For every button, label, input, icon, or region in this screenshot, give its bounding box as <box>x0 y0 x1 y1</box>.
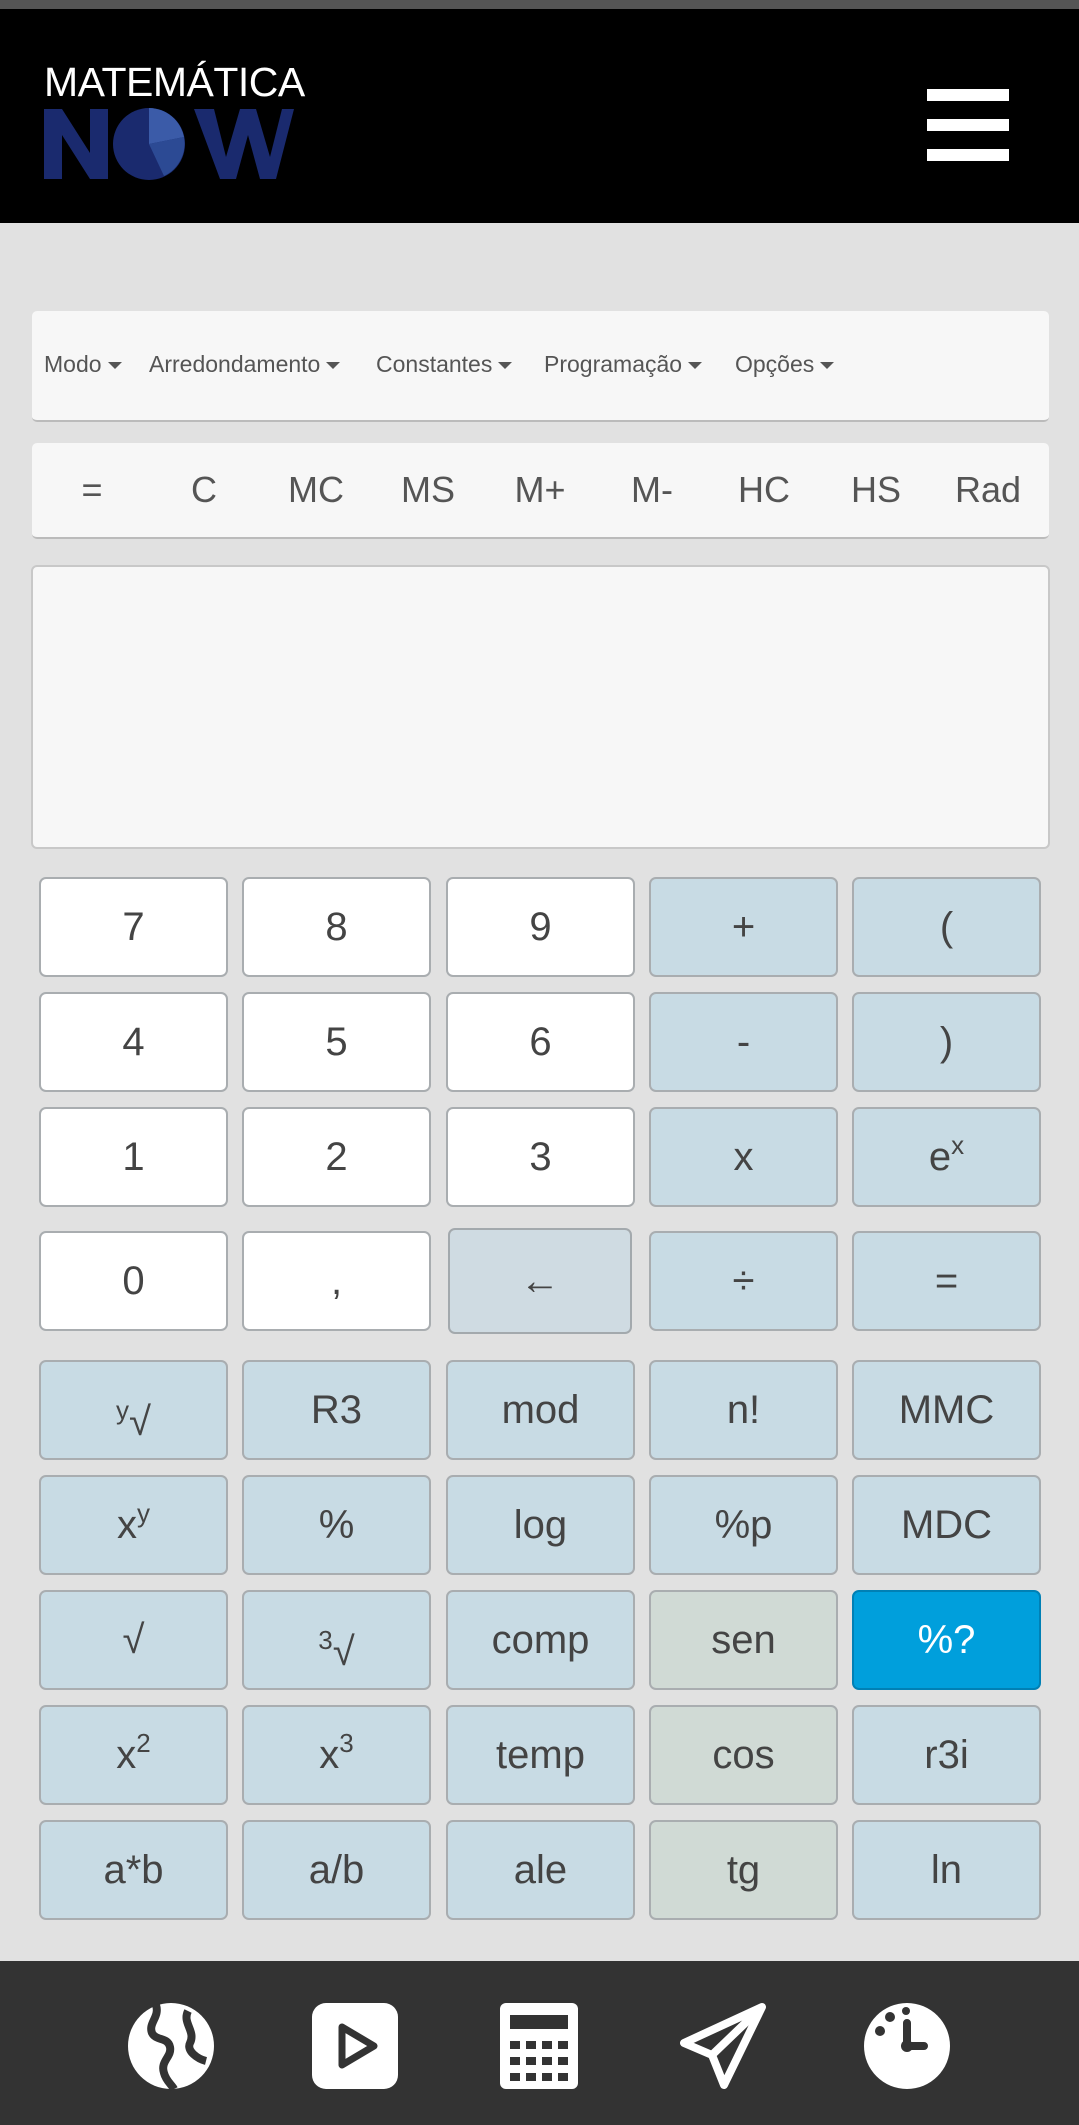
caret-down-icon <box>107 362 122 369</box>
key-divide[interactable]: ÷ <box>649 1231 838 1331</box>
key-power-base: x <box>117 1503 137 1547</box>
logo[interactable]: MATEMÁTICA <box>44 59 305 189</box>
key-3[interactable]: 3 <box>446 1107 635 1207</box>
key-cube[interactable]: x3 <box>242 1705 431 1805</box>
play-icon[interactable] <box>310 2001 400 2091</box>
key-2[interactable]: 2 <box>242 1107 431 1207</box>
key-nth-root[interactable]: y√ <box>39 1360 228 1460</box>
memory-toolbar: = C MC MS M+ M- HC HS Rad <box>32 443 1049 539</box>
logo-title: MATEMÁTICA <box>44 59 305 105</box>
globe-icon[interactable] <box>126 2001 216 2091</box>
status-strip <box>0 0 1079 9</box>
key-open-paren[interactable]: ( <box>852 877 1041 977</box>
toolbar-mplus-button[interactable]: M+ <box>484 443 596 537</box>
key-exp-base: e <box>928 1135 952 1179</box>
logo-now-icon <box>44 108 294 180</box>
key-backspace[interactable]: ← <box>448 1228 632 1334</box>
menu-arredondamento-label: Arredondamento <box>149 351 321 377</box>
key-mmc[interactable]: MMC <box>852 1360 1041 1460</box>
key-mdc[interactable]: MDC <box>852 1475 1041 1575</box>
key-temp[interactable]: temp <box>446 1705 635 1805</box>
caret-down-icon <box>326 362 341 369</box>
key-6[interactable]: 6 <box>446 992 635 1092</box>
key-multiply[interactable]: x <box>649 1107 838 1207</box>
key-8[interactable]: 8 <box>242 877 431 977</box>
key-comma[interactable]: , <box>242 1231 431 1331</box>
key-9[interactable]: 9 <box>446 877 635 977</box>
toolbar-mminus-button[interactable]: M- <box>596 443 708 537</box>
key-cbrt[interactable]: 3√ <box>242 1590 431 1690</box>
key-mod[interactable]: mod <box>446 1360 635 1460</box>
key-nth-root-index: y <box>116 1395 130 1425</box>
menu-arredondamento[interactable]: Arredondamento <box>149 351 341 378</box>
caret-down-icon <box>688 362 703 369</box>
menu-constantes-label: Constantes <box>376 351 493 377</box>
calculator-display[interactable] <box>31 565 1050 849</box>
options-menubar: Modo Arredondamento Constantes Programaç… <box>32 311 1049 422</box>
key-7[interactable]: 7 <box>39 877 228 977</box>
key-r3i[interactable]: r3i <box>852 1705 1041 1805</box>
key-equals[interactable]: = <box>852 1231 1041 1331</box>
toolbar-ms-button[interactable]: MS <box>372 443 484 537</box>
key-sqrt[interactable]: √ <box>39 1590 228 1690</box>
key-plus[interactable]: + <box>649 877 838 977</box>
toolbar-equals-button[interactable]: = <box>36 443 148 537</box>
key-ale[interactable]: ale <box>446 1820 635 1920</box>
key-percent-question[interactable]: %? <box>852 1590 1041 1690</box>
key-4[interactable]: 4 <box>39 992 228 1092</box>
key-factorial[interactable]: n! <box>649 1360 838 1460</box>
key-a-times-b[interactable]: a*b <box>39 1820 228 1920</box>
key-percent-p[interactable]: %p <box>649 1475 838 1575</box>
clock-icon[interactable] <box>862 2001 952 2091</box>
key-tg[interactable]: tg <box>649 1820 838 1920</box>
calculator-icon[interactable] <box>494 2001 584 2091</box>
toolbar-hc-button[interactable]: HC <box>708 443 820 537</box>
key-comp[interactable]: comp <box>446 1590 635 1690</box>
key-square-exp: 2 <box>136 1728 151 1758</box>
key-nth-root-symbol: √ <box>129 1400 151 1444</box>
key-a-over-b[interactable]: a/b <box>242 1820 431 1920</box>
caret-down-icon <box>820 362 835 369</box>
menu-opcoes[interactable]: Opções <box>735 351 835 378</box>
paper-plane-icon[interactable] <box>678 2001 768 2091</box>
key-cube-exp: 3 <box>339 1728 354 1758</box>
toolbar-rad-button[interactable]: Rad <box>932 443 1044 537</box>
key-percent[interactable]: % <box>242 1475 431 1575</box>
key-minus[interactable]: - <box>649 992 838 1092</box>
hamburger-menu-icon[interactable] <box>927 89 1009 161</box>
key-ln[interactable]: ln <box>852 1820 1041 1920</box>
key-r3[interactable]: R3 <box>242 1360 431 1460</box>
key-power[interactable]: xy <box>39 1475 228 1575</box>
key-exp-power: x <box>951 1130 965 1160</box>
toolbar-mc-button[interactable]: MC <box>260 443 372 537</box>
toolbar-hs-button[interactable]: HS <box>820 443 932 537</box>
key-square[interactable]: x2 <box>39 1705 228 1805</box>
key-cbrt-index: 3 <box>318 1625 333 1655</box>
key-sen[interactable]: sen <box>649 1590 838 1690</box>
key-exp[interactable]: ex <box>852 1107 1041 1207</box>
menu-modo-label: Modo <box>44 351 102 377</box>
menu-modo[interactable]: Modo <box>44 351 122 378</box>
bottom-nav <box>0 1961 1079 2125</box>
key-1[interactable]: 1 <box>39 1107 228 1207</box>
menu-opcoes-label: Opções <box>735 351 815 377</box>
key-cube-base: x <box>319 1733 340 1777</box>
key-0[interactable]: 0 <box>39 1231 228 1331</box>
key-5[interactable]: 5 <box>242 992 431 1092</box>
menu-constantes[interactable]: Constantes <box>376 351 513 378</box>
key-square-base: x <box>116 1733 137 1777</box>
menu-programacao[interactable]: Programação <box>544 351 703 378</box>
key-cos[interactable]: cos <box>649 1705 838 1805</box>
key-close-paren[interactable]: ) <box>852 992 1041 1092</box>
key-cbrt-symbol: √ <box>332 1630 355 1674</box>
key-power-exp: y <box>137 1498 150 1528</box>
key-log[interactable]: log <box>446 1475 635 1575</box>
site-header: MATEMÁTICA <box>0 9 1079 223</box>
toolbar-clear-button[interactable]: C <box>148 443 260 537</box>
caret-down-icon <box>498 362 513 369</box>
menu-programacao-label: Programação <box>544 351 683 377</box>
